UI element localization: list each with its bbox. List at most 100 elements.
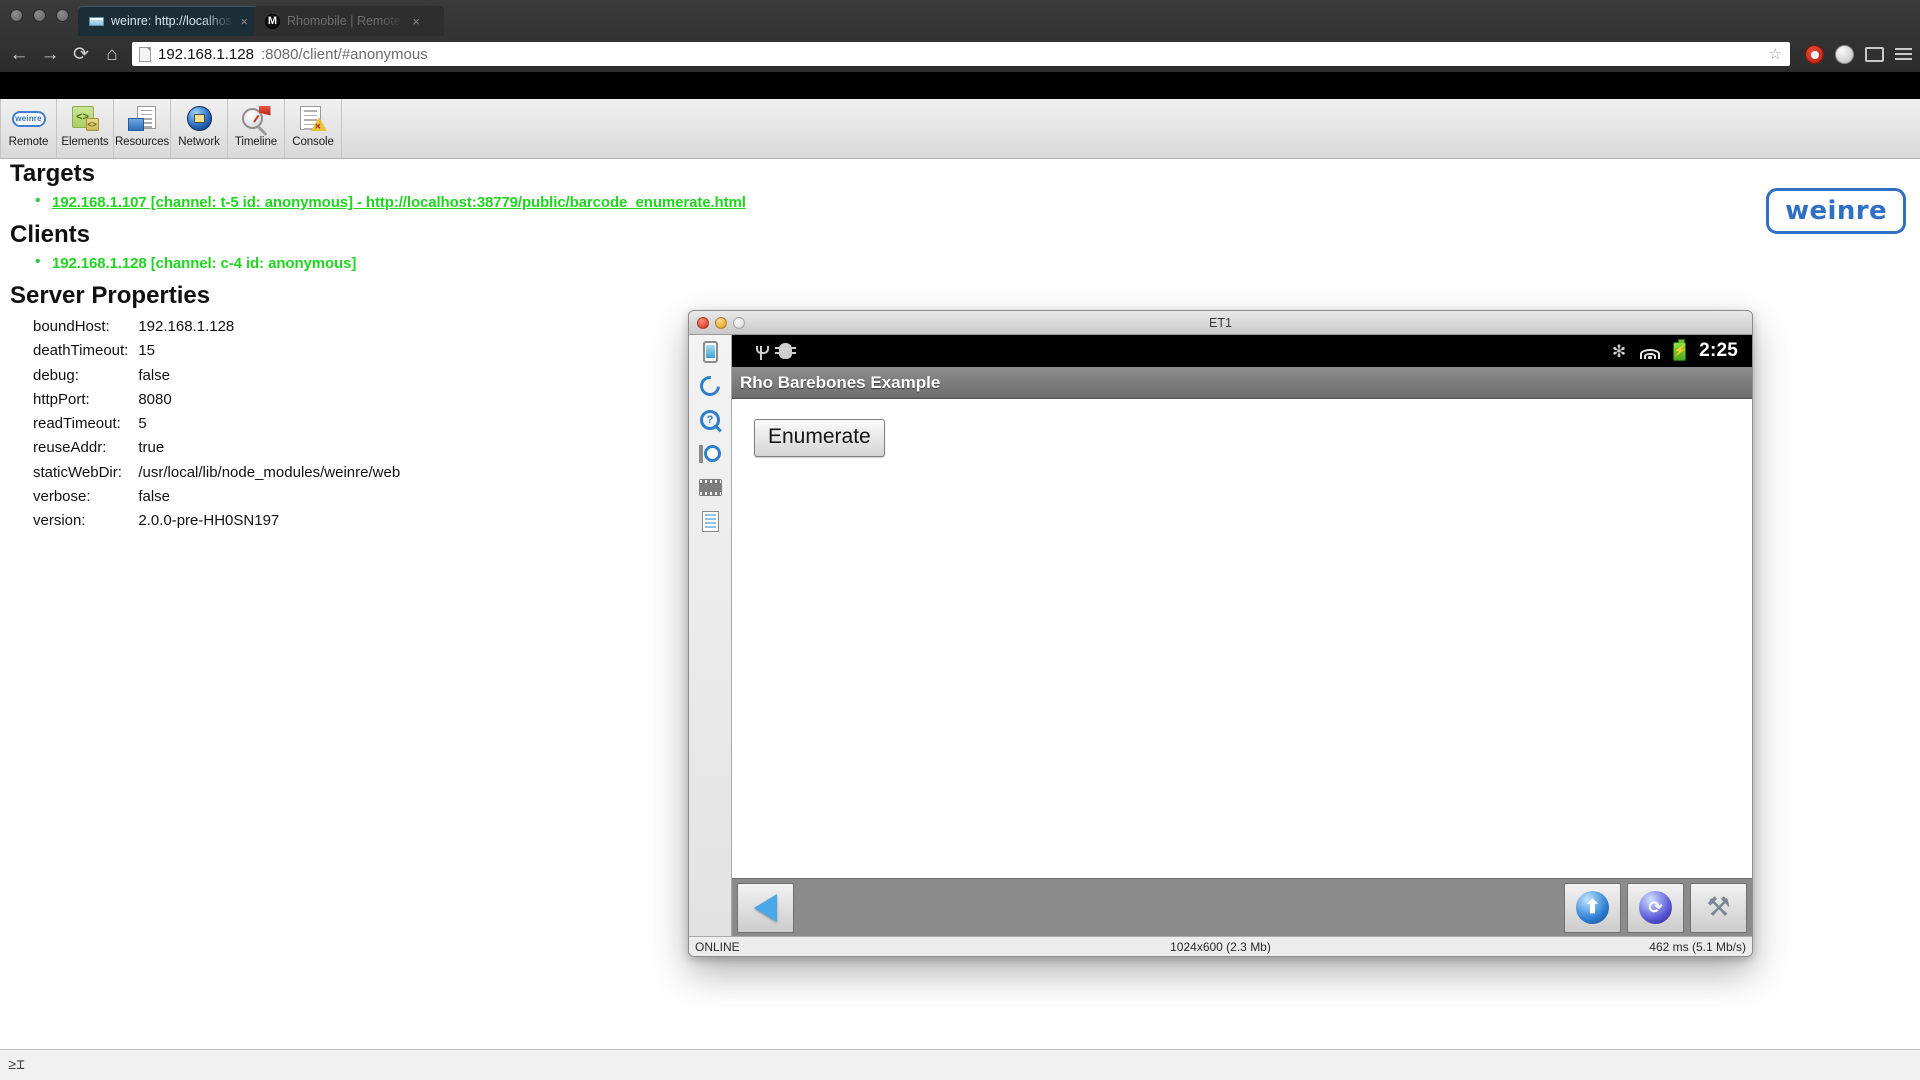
targets-heading: Targets (10, 160, 1920, 188)
address-bar[interactable]: 192.168.1.128 :8080/client/#anonymous ☆ (132, 42, 1790, 66)
network-icon (182, 103, 216, 134)
device-icon[interactable] (698, 339, 723, 364)
property-value: 5 (138, 415, 400, 437)
window-extension-icon[interactable] (1865, 47, 1884, 62)
table-row: readTimeout: 5 (33, 415, 400, 437)
toolbar-label: Remote (9, 136, 49, 148)
table-row: httpPort: 8080 (33, 391, 400, 413)
device-nav-bar: ⬆ ⟳ ⚒ (732, 878, 1752, 936)
toolbar-item-resources[interactable]: Resources (114, 99, 171, 158)
close-icon[interactable]: × (412, 15, 420, 28)
resolution-status: 1024x600 (2.3 Mb) (689, 940, 1752, 954)
extension-red-icon[interactable] (1805, 45, 1824, 64)
table-row: debug: false (33, 367, 400, 389)
device-toolbar: ? (689, 335, 732, 936)
status-clock: 2:25 (1699, 340, 1738, 362)
enumerate-button[interactable]: Enumerate (754, 419, 885, 457)
app-title-bar: Rho Barebones Example (732, 367, 1752, 399)
toolbar-item-timeline[interactable]: Timeline (228, 99, 285, 158)
battery-charging-icon: ⚡ (1673, 342, 1686, 361)
clients-list: 192.168.1.128 [channel: c-4 id: anonymou… (0, 255, 1920, 272)
property-value: 15 (138, 342, 400, 364)
device-status-bar: ONLINE 1024x600 (2.3 Mb) 462 ms (5.1 Mb/… (689, 936, 1752, 957)
device-window-body: ? ✻ ⚡ 2:25 Rho (689, 335, 1752, 936)
extension-grey-icon[interactable] (1835, 45, 1854, 64)
property-key: boundHost: (33, 318, 136, 340)
window-traffic-lights (10, 9, 69, 22)
property-value: /usr/local/lib/node_modules/weinre/web (138, 464, 400, 486)
page-icon (139, 47, 151, 62)
property-value: 2.0.0-pre-HH0SN197 (138, 512, 400, 534)
tab-title: Rhomobile | Remote Debu (287, 14, 405, 28)
targets-list: 192.168.1.107 [channel: t-5 id: anonymou… (0, 194, 1920, 211)
back-icon[interactable]: ← (8, 45, 30, 64)
table-row: boundHost: 192.168.1.128 (33, 318, 400, 340)
device-window-titlebar[interactable]: ET1 (689, 311, 1752, 335)
toolbar-item-elements[interactable]: <><> Elements (57, 99, 114, 158)
bluetooth-icon: ✻ (1612, 343, 1626, 360)
device-mirror-window[interactable]: ET1 ? ✻ ⚡ 2:2 (688, 310, 1753, 957)
toolbar-item-network[interactable]: Network (171, 99, 228, 158)
reload-icon[interactable]: ⟳ (70, 45, 92, 64)
property-key: verbose: (33, 488, 136, 510)
window-minimize-button[interactable] (33, 9, 46, 22)
browser-navbar: ← → ⟳ ⌂ 192.168.1.128 :8080/client/#anony… (0, 36, 1920, 72)
console-prompt-icon[interactable]: ≥⌶ (8, 1057, 25, 1074)
tab-weinre[interactable]: weinre: http://localhost:38 × (78, 6, 258, 36)
hamburger-menu-icon[interactable] (1895, 48, 1912, 60)
window-zoom-button[interactable] (56, 9, 69, 22)
toolbar-label: Elements (61, 136, 108, 148)
nav-home-button[interactable]: ⬆ (1564, 883, 1621, 933)
list-item: 192.168.1.107 [channel: t-5 id: anonymou… (0, 194, 1920, 211)
property-key: staticWebDir: (33, 464, 136, 486)
toolbar-item-console[interactable]: Console (285, 99, 342, 158)
record-icon[interactable] (698, 475, 723, 500)
weinre-toolbar: weinre Remote <><> Elements Resources Ne… (0, 99, 1920, 159)
browser-right-icons (1799, 45, 1912, 64)
toolbar-label: Network (178, 136, 219, 148)
clients-heading: Clients (10, 221, 1920, 249)
app-title: Rho Barebones Example (740, 373, 940, 393)
toolbar-item-remote[interactable]: weinre Remote (0, 99, 57, 158)
client-entry: 192.168.1.128 [channel: c-4 id: anonymou… (52, 255, 356, 272)
nav-back-button[interactable] (737, 883, 794, 933)
android-status-bar: ✻ ⚡ 2:25 (732, 335, 1752, 367)
table-row: staticWebDir: /usr/local/lib/node_module… (33, 464, 400, 486)
target-link[interactable]: 192.168.1.107 [channel: t-5 id: anonymou… (52, 194, 746, 211)
home-icon[interactable]: ⌂ (101, 45, 123, 64)
property-value: true (138, 439, 400, 461)
forward-icon[interactable]: → (39, 45, 61, 64)
table-row: deathTimeout: 15 (33, 342, 400, 364)
bookmark-star-icon[interactable]: ☆ (1769, 45, 1782, 63)
rotate-icon[interactable] (698, 373, 723, 398)
console-prompt-bar[interactable]: ≥⌶ (0, 1049, 1920, 1080)
property-value: false (138, 367, 400, 389)
android-status-right: ✻ ⚡ 2:25 (1612, 340, 1744, 362)
toolbar-label: Timeline (235, 136, 277, 148)
log-icon[interactable] (698, 509, 723, 534)
android-status-left (740, 343, 792, 360)
property-key: readTimeout: (33, 415, 136, 437)
table-row: version: 2.0.0-pre-HH0SN197 (33, 512, 400, 534)
url-path: :8080/client/#anonymous (261, 46, 428, 63)
nav-refresh-button[interactable]: ⟳ (1627, 883, 1684, 933)
property-key: reuseAddr: (33, 439, 136, 461)
zoom-icon[interactable]: ? (698, 407, 723, 432)
device-screen: ✻ ⚡ 2:25 Rho Barebones Example Enumerate… (732, 335, 1752, 936)
nav-tools-button[interactable]: ⚒ (1690, 883, 1747, 933)
property-key: deathTimeout: (33, 342, 136, 364)
list-item: 192.168.1.128 [channel: c-4 id: anonymou… (0, 255, 1920, 272)
app-content-area: Enumerate (732, 399, 1752, 878)
motorola-favicon-icon: M (265, 14, 280, 29)
close-icon[interactable]: × (240, 15, 248, 28)
property-key: debug: (33, 367, 136, 389)
tab-strip: weinre: http://localhost:38 × M Rhomobil… (78, 0, 444, 36)
url-host: 192.168.1.128 (158, 46, 254, 63)
server-properties-heading: Server Properties (10, 282, 1920, 310)
page-black-strip (0, 72, 1920, 99)
tab-rhomobile[interactable]: M Rhomobile | Remote Debu × (254, 6, 430, 36)
resources-icon (125, 103, 159, 134)
table-row: reuseAddr: true (33, 439, 400, 461)
camera-icon[interactable] (698, 441, 723, 466)
window-close-button[interactable] (10, 9, 23, 22)
